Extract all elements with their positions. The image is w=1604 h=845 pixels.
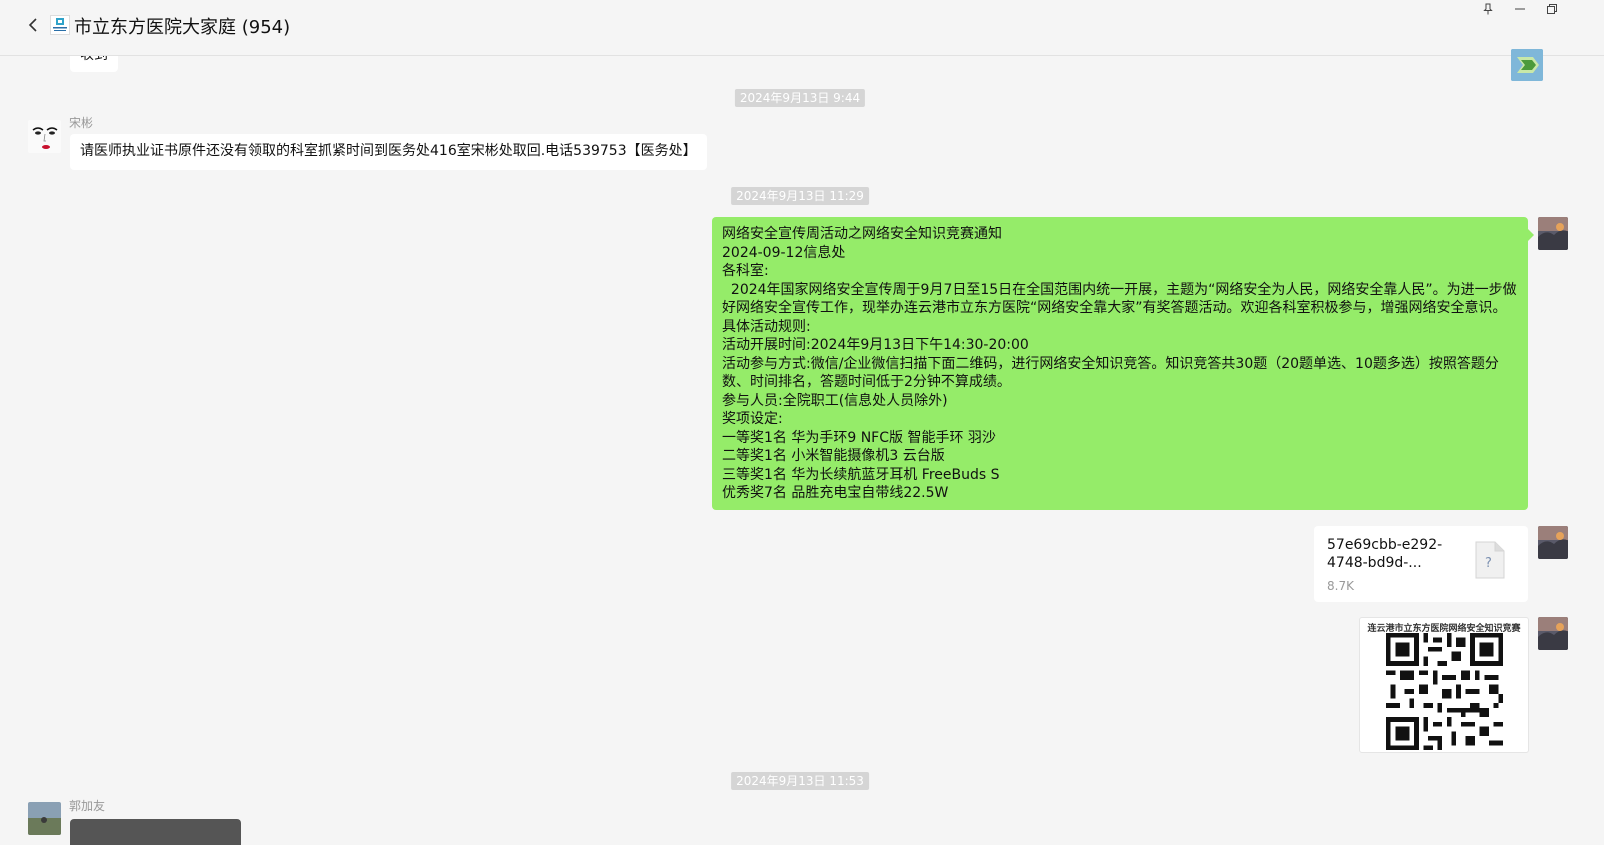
chat-header: 市立东方医院大家庭 (954) bbox=[0, 0, 1604, 56]
self-avatar[interactable] bbox=[1538, 617, 1568, 650]
notice-line: 二等奖1名 小米智能摄像机3 云台版 bbox=[722, 448, 945, 464]
notice-line: 各科室: bbox=[722, 263, 769, 279]
self-avatar[interactable] bbox=[1538, 217, 1568, 250]
partial-message-bubble[interactable]: 收到 bbox=[70, 56, 118, 72]
notice-line: 优秀奖7名 品胜充电宝自带线22.5W bbox=[722, 485, 949, 501]
sender-name: 宋彬 bbox=[69, 116, 94, 130]
timestamp: 2024年9月13日 11:53 bbox=[731, 772, 869, 790]
message-text: 请医师执业证书原件还没有领取的科室抓紧时间到医务处416室宋彬处取回.电话539… bbox=[80, 143, 697, 159]
timestamp: 2024年9月13日 9:44 bbox=[734, 89, 866, 107]
notice-line: 三等奖1名 华为长续航蓝牙耳机 FreeBuds S bbox=[722, 466, 1000, 483]
file-size: 8.7K bbox=[1327, 579, 1354, 593]
notice-line: 参与人员:全院职工(信息处人员除外) bbox=[722, 392, 948, 409]
chevron-left-icon bbox=[28, 18, 37, 32]
notice-line: 一等奖1名 华为手环9 NFC版 智能手环 羽沙 bbox=[722, 429, 996, 446]
file-message-card[interactable]: 57e69cbb-e292-4748-bd9d-... 8.7K ? bbox=[1314, 526, 1528, 602]
sunset-avatar-icon bbox=[1538, 217, 1568, 250]
notice-message-bubble[interactable]: 网络安全宣传周活动之网络安全知识竞赛通知 2024-09-12信息处 各科室: … bbox=[712, 217, 1534, 510]
group-logo-icon bbox=[53, 18, 67, 31]
minimize-button[interactable] bbox=[1507, 0, 1533, 18]
message-bubble[interactable]: 请医师执业证书原件还没有领取的科室抓紧时间到医务处416室宋彬处取回.电话539… bbox=[70, 134, 707, 170]
restore-window-icon bbox=[1547, 4, 1557, 14]
message-list[interactable]: 收到 2024年9月13日 9:44 宋彬 请医师执业证书原件还没有领取的科室抓… bbox=[0, 56, 1604, 845]
back-button[interactable] bbox=[22, 14, 44, 36]
notice-title: 网络安全宣传周活动之网络安全知识竞赛通知 bbox=[722, 226, 1002, 242]
file-name: 57e69cbb-e292-4748-bd9d-... bbox=[1327, 537, 1443, 571]
file-icon-glyph: ? bbox=[1485, 556, 1492, 571]
unknown-file-icon: ? bbox=[1475, 541, 1505, 579]
notice-line: 活动参与方式:微信/企业微信扫描下面二维码，进行网络安全知识竞答。知识竞答共30… bbox=[722, 355, 1499, 391]
restore-button[interactable] bbox=[1539, 0, 1565, 18]
notice-line: 活动开展时间:2024年9月13日下午14:30-20:00 bbox=[722, 337, 1029, 353]
group-avatar[interactable] bbox=[50, 15, 70, 35]
message-text: 收到 bbox=[80, 56, 108, 63]
avatar[interactable] bbox=[28, 120, 61, 153]
pin-button[interactable] bbox=[1475, 0, 1501, 18]
notice-line: 2024年国家网络安全宣传周于9月7日至15日在全国范围内统一开展，主题为“网络… bbox=[722, 281, 1517, 317]
sunset-avatar-icon bbox=[1538, 526, 1568, 559]
notice-line: 奖项设定: bbox=[722, 411, 783, 427]
sender-name: 郭加友 bbox=[69, 799, 106, 813]
qr-code-image-message[interactable]: 连云港市立东方医院网络安全知识竞赛 bbox=[1359, 617, 1529, 753]
qr-code-icon bbox=[1386, 633, 1503, 750]
face-avatar-icon bbox=[28, 120, 61, 153]
pin-icon bbox=[1483, 3, 1493, 15]
image-message-thumbnail[interactable] bbox=[70, 819, 241, 845]
landscape-avatar-icon bbox=[28, 802, 61, 835]
self-avatar[interactable] bbox=[1538, 526, 1568, 559]
avatar[interactable] bbox=[28, 802, 61, 835]
notice-line: 具体活动规则: bbox=[722, 318, 811, 335]
chat-title: 市立东方医院大家庭 (954) bbox=[74, 17, 291, 38]
timestamp: 2024年9月13日 11:29 bbox=[731, 187, 869, 205]
minimize-icon bbox=[1515, 8, 1525, 10]
sunset-avatar-icon bbox=[1538, 617, 1568, 650]
notice-line: 2024-09-12信息处 bbox=[722, 244, 846, 261]
